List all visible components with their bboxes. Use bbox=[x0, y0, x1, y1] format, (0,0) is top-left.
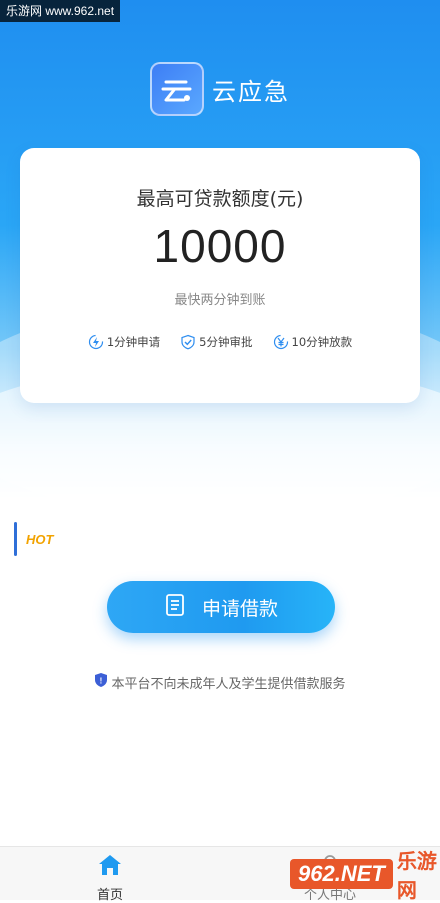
quota-amount: 10000 bbox=[153, 220, 287, 272]
site-watermark-badge: 962.NET 乐游网 bbox=[290, 848, 440, 902]
badge-part1: 962.NET bbox=[290, 859, 393, 889]
tab-home[interactable]: 首页 bbox=[0, 847, 220, 903]
lightning-icon bbox=[88, 334, 104, 350]
feature-approve: 5分钟审批 bbox=[180, 334, 253, 350]
shield-check-icon bbox=[180, 334, 196, 350]
quota-label: 最高可贷款额度(元) bbox=[136, 188, 304, 210]
feature-label: 1分钟申请 bbox=[106, 335, 161, 349]
badge-part2: 乐游网 bbox=[396, 851, 437, 902]
brand-name: 云应急 bbox=[212, 77, 290, 106]
apply-loan-label: 申请借款 bbox=[201, 597, 278, 620]
feature-disburse: 10分钟放款 bbox=[273, 334, 353, 350]
feature-apply: 1分钟申请 bbox=[88, 334, 160, 350]
age-notice: ! 本平台不向未成年人及学生提供借款服务 bbox=[0, 672, 440, 692]
tab-home-label: 首页 bbox=[96, 888, 123, 903]
hot-accent-bar bbox=[14, 522, 17, 556]
hot-label: HOT bbox=[26, 531, 54, 547]
document-icon bbox=[164, 593, 188, 622]
brand-logo: 云应急 bbox=[150, 62, 290, 116]
notice-text: 本平台不向未成年人及学生提供借款服务 bbox=[111, 676, 346, 692]
shield-icon: ! bbox=[94, 672, 108, 692]
hot-section: HOT bbox=[14, 522, 53, 556]
cloud-logo-icon bbox=[150, 62, 204, 116]
svg-text:!: ! bbox=[100, 677, 103, 686]
feature-label: 5分钟审批 bbox=[199, 335, 253, 349]
watermark: 乐游网 www.962.net bbox=[0, 0, 121, 22]
feature-list: 1分钟申请 5分钟审批 10分钟放款 bbox=[20, 334, 420, 350]
feature-label: 10分钟放款 bbox=[291, 335, 353, 349]
speed-text: 最快两分钟到账 bbox=[174, 293, 266, 308]
apply-loan-button[interactable]: 申请借款 bbox=[107, 581, 335, 633]
yen-icon bbox=[273, 334, 289, 350]
home-icon bbox=[97, 853, 123, 881]
loan-quota-card: 最高可贷款额度(元) 10000 最快两分钟到账 1分钟申请 5分钟审批 10分… bbox=[20, 148, 420, 403]
